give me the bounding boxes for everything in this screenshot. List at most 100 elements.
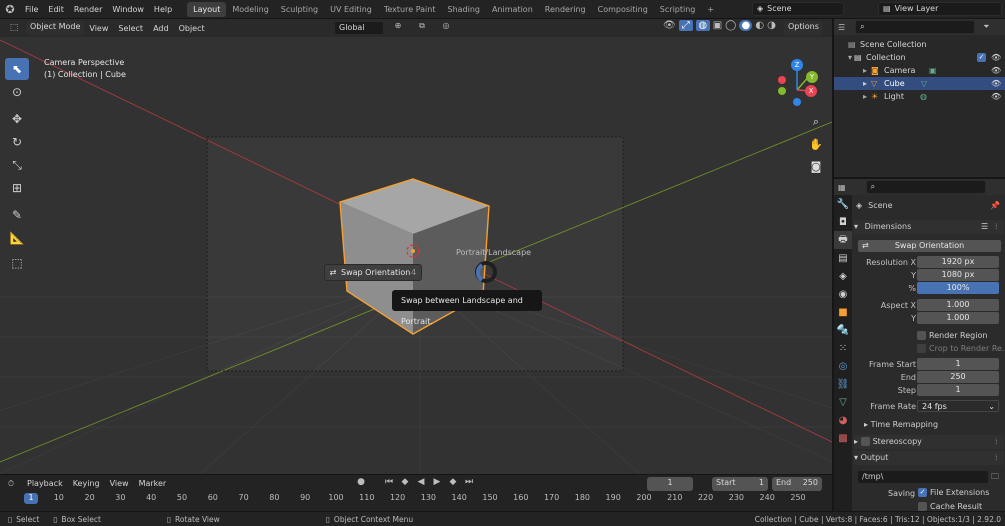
render-region-checkbox[interactable]: Render Region xyxy=(917,329,1005,342)
outliner-type-icon[interactable]: ☰ xyxy=(838,23,845,32)
time-remapping-subpanel[interactable]: ▸ Time Remapping xyxy=(864,420,938,429)
vp-menu-select[interactable]: Select xyxy=(113,19,148,38)
pin-icon[interactable]: 📌 xyxy=(990,201,1000,210)
resolution-percent-slider[interactable]: 100% xyxy=(917,282,999,294)
outliner-scene-collection[interactable]: ▤ Scene Collection xyxy=(834,38,1005,51)
material-tab-icon[interactable]: ◕ xyxy=(834,411,852,429)
expand-arrow-icon[interactable]: ▸ xyxy=(834,77,867,90)
render-region-box[interactable] xyxy=(917,331,926,340)
expand-arrow-icon[interactable]: ▾ xyxy=(834,51,852,64)
pan-hand-icon[interactable]: ✋ xyxy=(805,133,827,155)
camera-eye-icon[interactable]: 👁 xyxy=(991,64,1001,77)
mode-selector[interactable]: Object Mode xyxy=(26,21,85,35)
select-tool-icon[interactable]: ⬉ xyxy=(5,58,29,80)
expand-arrow-icon[interactable]: ▸ xyxy=(834,90,867,103)
frame-start-field[interactable]: 1 xyxy=(917,358,999,370)
world-tab-icon[interactable]: ◉ xyxy=(834,285,852,303)
tab-uv-editing[interactable]: UV Editing xyxy=(324,2,378,17)
drag-handle-icon[interactable]: ⁞ xyxy=(995,220,998,234)
vp-menu-view[interactable]: View xyxy=(84,19,113,38)
rendered-shading-icon[interactable]: ◑ xyxy=(767,20,776,31)
menu-render[interactable]: Render xyxy=(69,0,107,19)
tab-compositing[interactable]: Compositing xyxy=(592,2,654,17)
outliner-collection[interactable]: ▾ ▤ Collection ✓ 👁 xyxy=(834,51,1005,64)
add-workspace-button[interactable]: + xyxy=(701,2,720,17)
gizmo-x-button[interactable]: X xyxy=(805,85,817,97)
vp-menu-object[interactable]: Object xyxy=(174,19,210,38)
physics-tab-icon[interactable]: ◎ xyxy=(834,357,852,375)
presets-icon[interactable]: ☰ xyxy=(981,220,988,234)
wireframe-shading-icon[interactable]: ◯ xyxy=(725,20,736,31)
cursor-tool-icon[interactable]: ⊙ xyxy=(5,81,29,103)
texture-tab-icon[interactable]: ▩ xyxy=(834,429,852,447)
view-layer-selector[interactable]: ▤ View Layer xyxy=(878,2,1002,16)
file-extensions-box[interactable]: ✓ xyxy=(918,488,927,497)
blender-logo-icon[interactable]: ✪ xyxy=(0,3,20,16)
frame-ruler[interactable]: 1 10 20 30 40 50 60 70 80 90 100 110 120 130 140 150 160… xyxy=(0,475,832,511)
particles-tab-icon[interactable]: ⁙ xyxy=(834,339,852,357)
swap-orientation-button[interactable]: ⇄ Swap Orientation xyxy=(858,240,1001,252)
snap-icon[interactable]: ⧉ xyxy=(412,21,432,35)
pivot-icon[interactable]: ⊕ xyxy=(388,21,408,35)
output-panel-header[interactable]: ▾ Output ⁞ xyxy=(854,451,1004,465)
scene-selector[interactable]: ◈ Scene xyxy=(752,2,844,16)
add-cube-tool-icon[interactable]: ⬚ xyxy=(5,252,29,274)
frame-step-field[interactable]: 1 xyxy=(917,384,999,396)
visibility-icon[interactable]: 👁 xyxy=(663,20,676,31)
outliner-item-light[interactable]: ▸ ☀ Light ◍ 👁 xyxy=(834,90,1005,103)
3d-viewport[interactable]: Z Y X ⌕ ✋ ◙ Camera Perspective (1) Colle… xyxy=(0,37,832,474)
outliner-item-camera[interactable]: ▸ ◙ Camera ▣ 👁 xyxy=(834,64,1005,77)
rotate-tool-icon[interactable]: ↻ xyxy=(5,131,29,153)
transform-orientation-selector[interactable]: Global xyxy=(334,21,384,35)
view-layer-tab-icon[interactable]: ▤ xyxy=(834,249,852,267)
overlay-toggle-icon[interactable]: ◍ xyxy=(695,20,710,31)
tab-scripting[interactable]: Scripting xyxy=(654,2,702,17)
frame-rate-dropdown[interactable]: 24 fps ⌄ xyxy=(917,400,999,412)
tab-sculpting[interactable]: Sculpting xyxy=(275,2,324,17)
tab-modeling[interactable]: Modeling xyxy=(226,2,274,17)
properties-type-icon[interactable]: ▦ xyxy=(838,183,846,192)
solid-shading-icon[interactable]: ● xyxy=(739,20,753,31)
data-tab-icon[interactable]: ▽ xyxy=(834,393,852,411)
constraints-tab-icon[interactable]: ⛓ xyxy=(834,375,852,393)
menu-file[interactable]: File xyxy=(20,0,43,19)
tab-texture-paint[interactable]: Texture Paint xyxy=(378,2,442,17)
vp-menu-add[interactable]: Add xyxy=(148,19,174,38)
gizmo-y-button[interactable]: Y xyxy=(806,71,818,83)
outliner-search-input[interactable]: ⌕ xyxy=(855,20,976,34)
move-tool-icon[interactable]: ✥ xyxy=(5,108,29,130)
cache-result-box[interactable] xyxy=(918,502,927,511)
aspect-x-field[interactable]: 1.000 xyxy=(917,299,999,311)
options-button[interactable]: Options xyxy=(784,21,823,35)
transform-tool-icon[interactable]: ⊞ xyxy=(5,177,29,199)
swap-orientation-pie-button[interactable]: ⇄ Swap Orientation 4 xyxy=(324,264,422,281)
tab-shading[interactable]: Shading xyxy=(441,2,486,17)
collection-checkbox[interactable]: ✓ xyxy=(977,53,986,62)
render-tab-icon[interactable]: ◘ xyxy=(834,213,852,231)
annotate-tool-icon[interactable]: ✎ xyxy=(5,204,29,226)
xray-icon[interactable]: ▣ xyxy=(713,20,722,31)
camera-view-icon[interactable]: ◙ xyxy=(805,155,827,177)
crop-region-box[interactable] xyxy=(917,344,926,353)
resolution-y-field[interactable]: 1080 px xyxy=(917,269,999,281)
tab-layout[interactable]: Layout xyxy=(187,1,227,17)
resolution-x-field[interactable]: 1920 px xyxy=(917,256,999,268)
cache-result-checkbox[interactable]: Cache Result xyxy=(918,502,982,511)
drag-handle-icon[interactable]: ⁞ xyxy=(995,435,998,449)
dimensions-panel-header[interactable]: ▾ Dimensions ☰ ⁞ xyxy=(854,220,1004,234)
properties-search-input[interactable]: ⌕ xyxy=(865,180,986,194)
output-path-input[interactable]: /tmp\ xyxy=(858,471,988,483)
modifier-tab-icon[interactable]: 🔩 xyxy=(834,321,852,339)
aspect-y-field[interactable]: 1.000 xyxy=(917,312,999,324)
light-eye-icon[interactable]: 👁 xyxy=(991,90,1001,103)
gizmo-z-button[interactable]: Z xyxy=(791,59,803,71)
cube-eye-icon[interactable]: 👁 xyxy=(991,77,1001,90)
menu-edit[interactable]: Edit xyxy=(43,0,69,19)
material-shading-icon[interactable]: ◐ xyxy=(755,20,764,31)
outliner-item-cube[interactable]: ▸ ▽ Cube ▽ 👁 xyxy=(834,77,1005,90)
menu-help[interactable]: Help xyxy=(149,0,177,19)
object-tab-icon[interactable]: ■ xyxy=(834,303,852,321)
zoom-icon[interactable]: ⌕ xyxy=(805,111,827,133)
output-tab-icon[interactable]: 🖶 xyxy=(834,231,852,249)
stereoscopy-panel-header[interactable]: ▸ Stereoscopy ⁞ xyxy=(854,435,1004,449)
